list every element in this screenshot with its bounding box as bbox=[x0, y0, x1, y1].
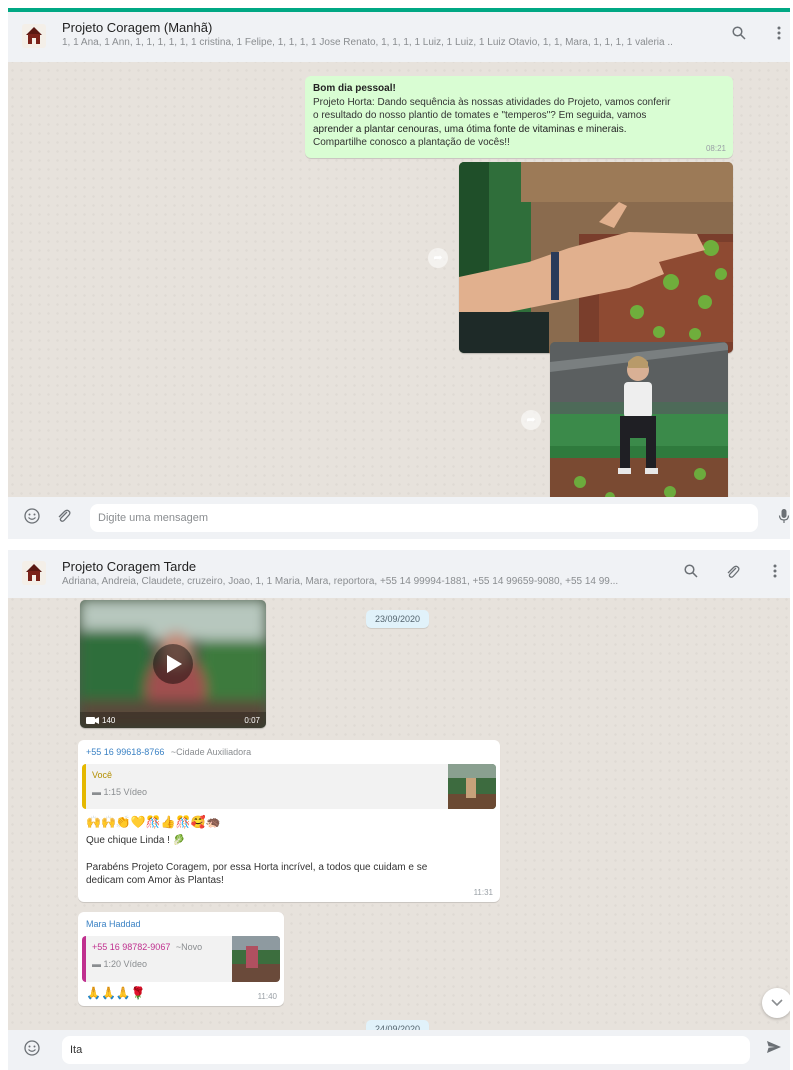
emoji-reaction-row: 🙏🙏🙏🌹 bbox=[86, 986, 146, 1000]
member-list: Adriana, Andreia, Claudete, cruzeiro, Jo… bbox=[62, 576, 619, 587]
menu-icon[interactable] bbox=[766, 564, 784, 582]
quote-author-tag: ~Novo bbox=[175, 942, 203, 952]
quote-subtitle: ▬ 1:15 Vídeo bbox=[92, 787, 148, 797]
message-line: o resultado do nosso plantio de tomates … bbox=[313, 110, 647, 121]
message-bubble-outgoing[interactable]: Bom dia pessoal! Projeto Horta: Dando se… bbox=[305, 76, 733, 158]
group-avatar[interactable] bbox=[22, 24, 46, 48]
message-line: dedicam com Amor às Plantas! bbox=[86, 875, 224, 886]
search-icon[interactable] bbox=[730, 26, 748, 44]
scroll-down-button[interactable] bbox=[762, 988, 790, 1018]
group-avatar[interactable] bbox=[22, 561, 46, 585]
video-duration: 0:07 bbox=[244, 716, 260, 725]
video-message[interactable]: 140 0:07 bbox=[80, 600, 266, 728]
message-line: aprender a plantar cenouras, uma ótima f… bbox=[313, 123, 627, 135]
message-time: 11:31 bbox=[473, 887, 493, 897]
message-bubble-incoming[interactable]: Mara Haddad +55 16 98782-9067 ~Novo ▬ 1:… bbox=[78, 912, 284, 1006]
video-icon: ▬ bbox=[92, 959, 101, 969]
forward-icon[interactable]: ➦ bbox=[428, 248, 448, 268]
quote-author: Você bbox=[92, 770, 113, 780]
garden-person-photo[interactable] bbox=[550, 342, 728, 509]
quote-author-row: +55 16 98782-9067 ~Novo bbox=[92, 941, 202, 955]
menu-icon[interactable] bbox=[770, 26, 788, 44]
sender-display-name: ~Cidade Auxiliadora bbox=[170, 747, 252, 757]
chat-window-morning: Projeto Coragem (Manhã) 1, 1 Ana, 1 Ann,… bbox=[8, 8, 790, 539]
quote-thumbnail bbox=[232, 936, 280, 982]
quote-author: +55 16 98782-9067 bbox=[92, 942, 171, 952]
quoted-message[interactable]: +55 16 98782-9067 ~Novo ▬ 1:20 Vídeo bbox=[82, 936, 280, 982]
video-icon: ▬ bbox=[92, 787, 101, 797]
chat-title[interactable]: Projeto Coragem Tarde bbox=[62, 559, 196, 574]
chat-header[interactable]: Projeto Coragem Tarde Adriana, Andreia, … bbox=[8, 550, 790, 598]
sender-phone[interactable]: +55 16 99618-8766 bbox=[86, 747, 164, 757]
chat-header[interactable]: Projeto Coragem (Manhã) 1, 1 Ana, 1 Ann,… bbox=[8, 12, 790, 62]
sender-name[interactable]: Mara Haddad bbox=[86, 918, 141, 932]
message-line: Que chique Linda ! 🥬 bbox=[86, 835, 186, 846]
message-time: 08:21 bbox=[705, 143, 726, 153]
emoji-reaction-row: 🙌🙌👏💛🎊👍🎊🥰🦔 bbox=[86, 815, 221, 829]
message-greeting: Bom dia pessoal! bbox=[313, 83, 396, 94]
play-icon[interactable] bbox=[153, 644, 193, 684]
message-input[interactable]: Digite uma mensagem bbox=[90, 504, 758, 532]
message-line: Compartilhe conosco a plantação de vocês… bbox=[313, 137, 510, 148]
chevron-down-icon bbox=[771, 996, 783, 1010]
mic-icon[interactable] bbox=[774, 508, 790, 528]
message-bubble-incoming[interactable]: +55 16 99618-8766 ~Cidade Auxiliadora Vo… bbox=[78, 740, 500, 902]
date-separator: 23/09/2020 bbox=[366, 610, 430, 628]
search-icon[interactable] bbox=[682, 564, 700, 582]
emoji-icon[interactable] bbox=[22, 508, 42, 528]
garden-hand-photo[interactable] bbox=[459, 162, 733, 353]
chat-title[interactable]: Projeto Coragem (Manhã) bbox=[62, 20, 212, 35]
message-input[interactable]: Ita bbox=[62, 1036, 750, 1064]
paperclip-icon[interactable] bbox=[54, 508, 74, 528]
quote-thumbnail bbox=[448, 764, 496, 809]
message-time: 11:40 bbox=[257, 991, 277, 1001]
emoji-icon[interactable] bbox=[22, 1040, 42, 1060]
message-line: Projeto Horta: Dando sequência às nossas… bbox=[313, 96, 671, 108]
message-composer: Ita bbox=[8, 1030, 790, 1070]
message-composer: Digite uma mensagem bbox=[8, 497, 790, 539]
message-line: Parabéns Projeto Coragem, por essa Horta… bbox=[86, 862, 428, 873]
quote-subtitle: ▬ 1:20 Vídeo bbox=[92, 959, 148, 969]
forward-icon[interactable]: ➦ bbox=[521, 410, 541, 430]
member-list: 1, 1 Ana, 1 Ann, 1, 1, 1, 1, 1, 1 cristi… bbox=[62, 37, 672, 48]
paperclip-icon[interactable] bbox=[724, 564, 742, 582]
chat-window-afternoon: Projeto Coragem Tarde Adriana, Andreia, … bbox=[8, 550, 790, 1070]
video-views: 140 bbox=[102, 716, 116, 725]
send-icon[interactable] bbox=[764, 1040, 784, 1060]
quoted-message[interactable]: Você ▬ 1:15 Vídeo bbox=[82, 764, 496, 809]
